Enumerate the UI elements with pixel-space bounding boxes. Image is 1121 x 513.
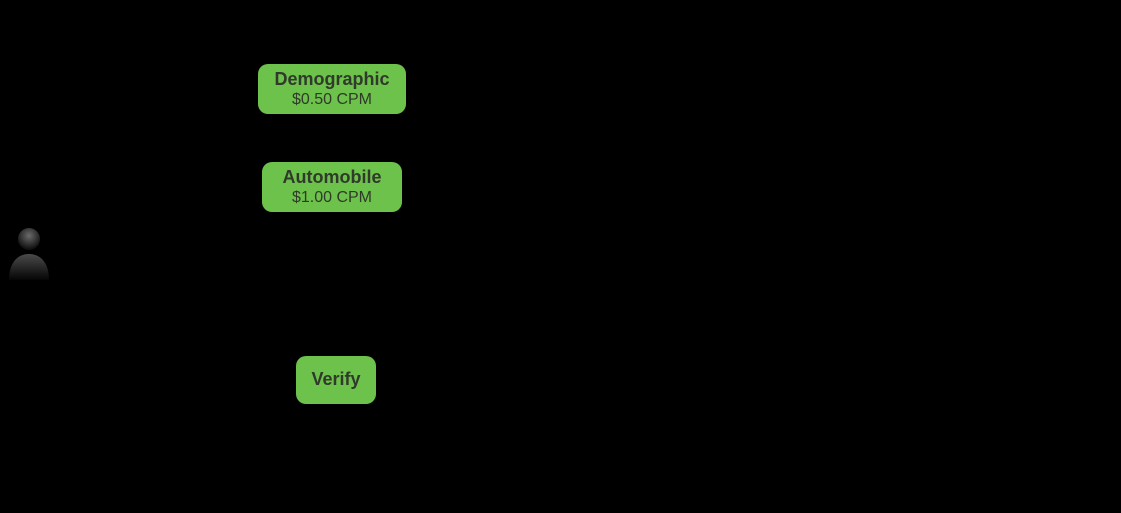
node-demographic: Demographic $0.50 CPM — [258, 64, 406, 114]
node-demographic-title: Demographic — [274, 69, 389, 91]
node-verify-title: Verify — [311, 369, 360, 391]
node-verify: Verify — [296, 356, 376, 404]
diagram-stage: Demographic $0.50 CPM Automobile $1.00 C… — [0, 0, 1121, 513]
node-demographic-sub: $0.50 CPM — [292, 90, 372, 109]
node-automobile-sub: $1.00 CPM — [292, 188, 372, 207]
user-icon — [6, 224, 52, 280]
node-automobile-title: Automobile — [283, 167, 382, 189]
node-automobile: Automobile $1.00 CPM — [262, 162, 402, 212]
